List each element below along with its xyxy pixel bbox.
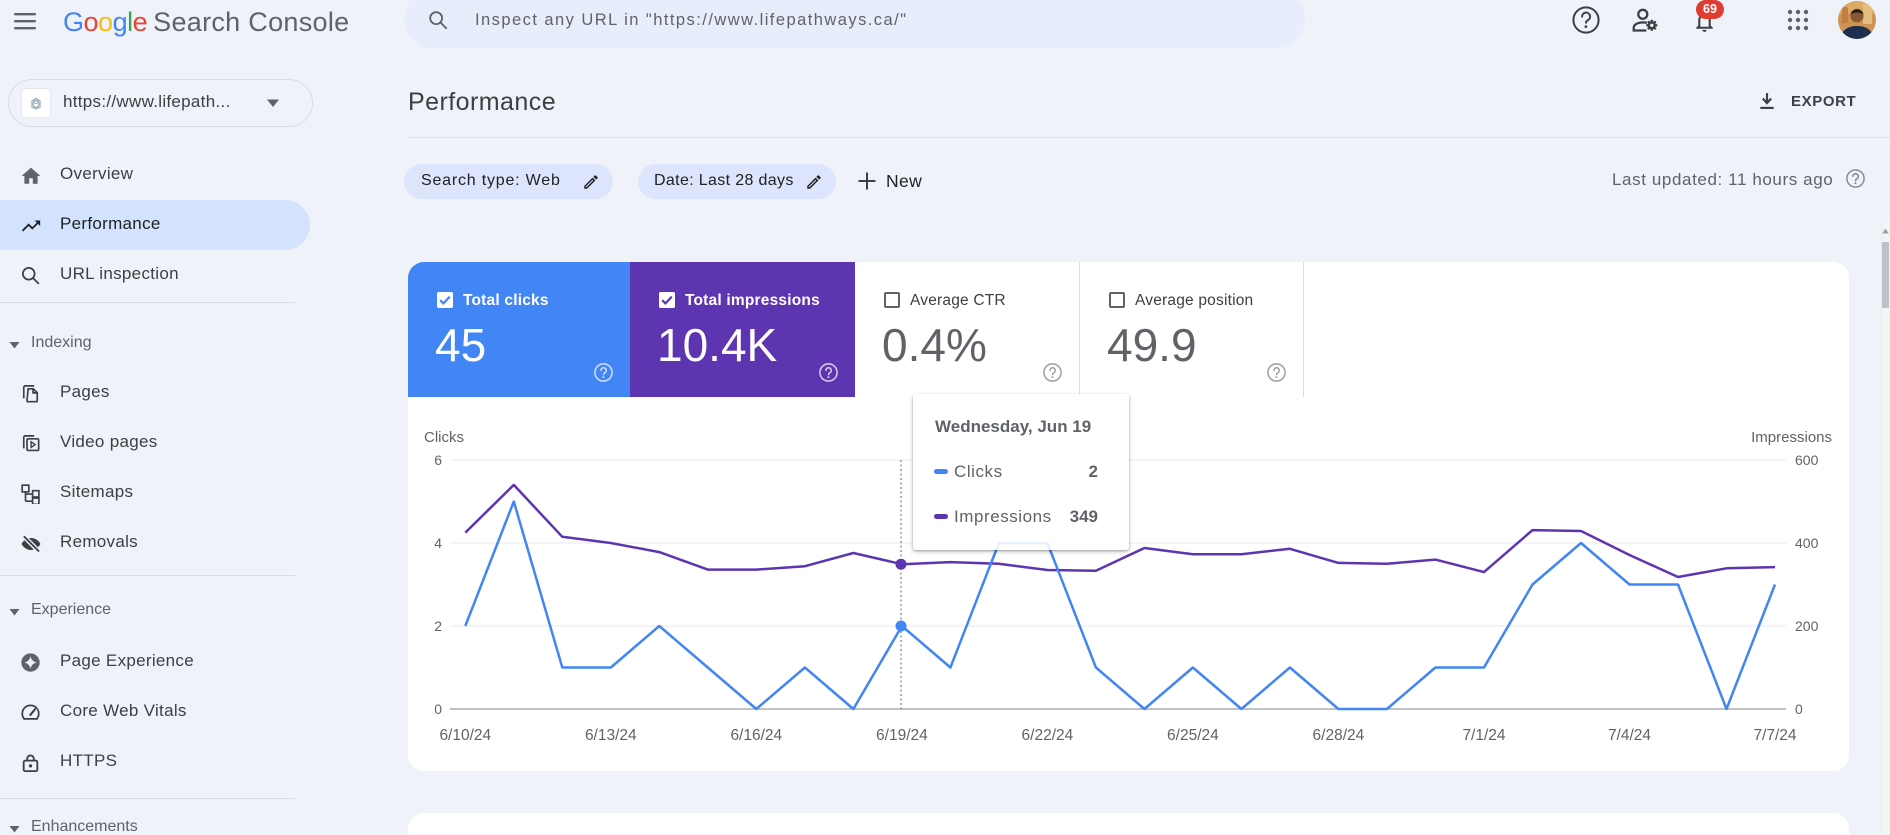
svg-text:0: 0 — [434, 701, 442, 717]
svg-text:6/25/24: 6/25/24 — [1167, 727, 1219, 744]
svg-text:6/10/24: 6/10/24 — [439, 727, 491, 744]
svg-text:Clicks: Clicks — [424, 429, 464, 446]
svg-text:7/7/24: 7/7/24 — [1753, 727, 1796, 744]
svg-text:6/16/24: 6/16/24 — [730, 727, 782, 744]
svg-text:6/19/24: 6/19/24 — [876, 727, 928, 744]
svg-text:2: 2 — [434, 618, 442, 634]
svg-text:200: 200 — [1795, 618, 1819, 634]
svg-text:6/13/24: 6/13/24 — [585, 727, 637, 744]
svg-text:6/28/24: 6/28/24 — [1313, 727, 1365, 744]
svg-text:6/22/24: 6/22/24 — [1022, 727, 1074, 744]
svg-text:0: 0 — [1795, 701, 1803, 717]
svg-text:Impressions: Impressions — [1751, 429, 1832, 446]
svg-text:7/1/24: 7/1/24 — [1462, 727, 1505, 744]
svg-text:4: 4 — [434, 535, 442, 551]
svg-text:7/4/24: 7/4/24 — [1608, 727, 1651, 744]
svg-text:600: 600 — [1795, 452, 1819, 468]
svg-text:6: 6 — [434, 452, 442, 468]
svg-text:400: 400 — [1795, 535, 1819, 551]
